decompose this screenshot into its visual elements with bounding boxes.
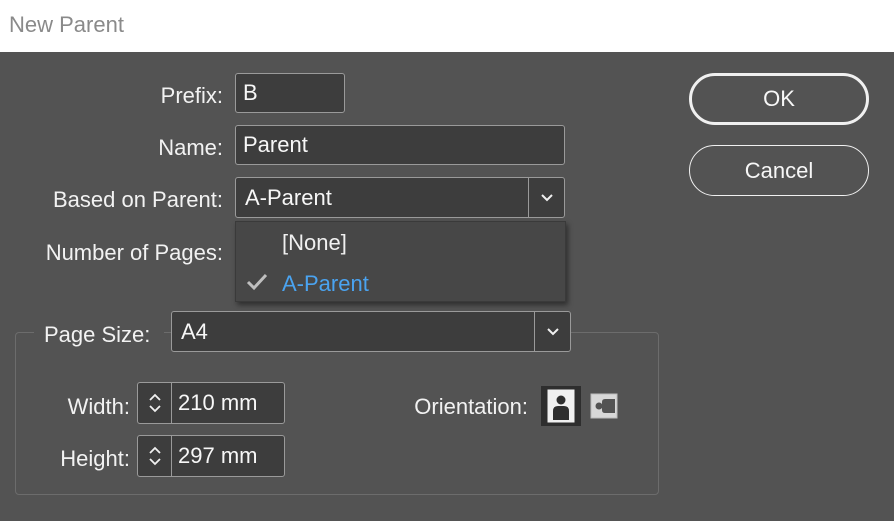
height-stepper[interactable]: 297 mm bbox=[137, 435, 285, 477]
landscape-icon bbox=[590, 393, 618, 419]
page-size-dropdown-button[interactable] bbox=[534, 312, 570, 351]
prefix-label: Prefix: bbox=[160, 83, 223, 108]
orientation-portrait-button[interactable] bbox=[541, 386, 581, 426]
number-of-pages-label: Number of Pages: bbox=[45, 240, 223, 265]
cancel-button[interactable]: Cancel bbox=[689, 145, 869, 196]
window-title: New Parent bbox=[9, 12, 124, 37]
based-on-parent-value: A-Parent bbox=[245, 184, 332, 210]
based-on-parent-dropdown-list: [None] A-Parent bbox=[235, 221, 566, 302]
chevron-down-icon[interactable] bbox=[148, 458, 162, 466]
orientation-label: Orientation: bbox=[414, 394, 528, 419]
orientation-landscape-button[interactable] bbox=[584, 386, 624, 426]
page-size-value: A4 bbox=[181, 318, 208, 344]
page-size-label: Page Size: bbox=[44, 322, 151, 347]
chevron-down-icon bbox=[546, 327, 559, 335]
chevron-up-icon[interactable] bbox=[148, 393, 162, 401]
width-stepper[interactable]: 210 mm bbox=[137, 382, 285, 424]
dropdown-option-none[interactable]: [None] bbox=[236, 223, 565, 263]
title-bar: New Parent bbox=[0, 0, 894, 52]
prefix-input[interactable]: B bbox=[235, 73, 345, 113]
based-on-parent-select[interactable]: A-Parent bbox=[235, 177, 565, 218]
dropdown-option-label: A-Parent bbox=[282, 271, 369, 296]
page-size-select[interactable]: A4 bbox=[171, 311, 571, 352]
checkmark-icon bbox=[246, 273, 268, 291]
chevron-down-icon bbox=[540, 193, 553, 201]
based-on-parent-dropdown-button[interactable] bbox=[528, 178, 564, 217]
ok-button[interactable]: OK bbox=[689, 73, 869, 125]
chevron-up-icon[interactable] bbox=[148, 446, 162, 454]
name-label: Name: bbox=[158, 135, 223, 160]
height-label: Height: bbox=[60, 446, 130, 471]
dropdown-option-label: [None] bbox=[282, 230, 347, 255]
name-input[interactable]: Parent bbox=[235, 125, 565, 165]
dropdown-option-a-parent[interactable]: A-Parent bbox=[236, 264, 565, 304]
height-spin-buttons[interactable] bbox=[138, 436, 172, 476]
based-on-parent-label: Based on Parent: bbox=[52, 187, 223, 212]
width-input[interactable]: 210 mm bbox=[172, 383, 284, 423]
width-label: Width: bbox=[67, 394, 130, 419]
width-spin-buttons[interactable] bbox=[138, 383, 172, 423]
height-input[interactable]: 297 mm bbox=[172, 436, 284, 476]
portrait-icon bbox=[547, 389, 575, 423]
chevron-down-icon[interactable] bbox=[148, 405, 162, 413]
